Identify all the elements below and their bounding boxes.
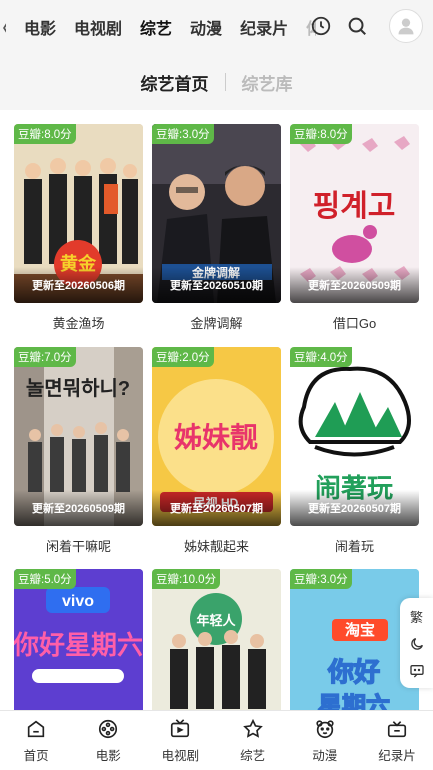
bottom-nav: 首页 电影 电视剧 综艺 动漫 纪录片 <box>0 710 433 770</box>
show-poster[interactable]: 黄金 豆瓣:8.0分 更新至20260506期 <box>14 124 143 303</box>
variety-grid: 黄金 豆瓣:8.0分 更新至20260506期 黄金渔场 豆瓣:3.0分 更新至… <box>0 110 433 710</box>
nav-label: 综艺 <box>240 748 266 763</box>
show-poster[interactable]: vivo 你好星期六 豆瓣:5.0分 <box>14 569 143 710</box>
nav-label: 纪录片 <box>378 748 416 763</box>
update-status: 更新至20260510期 <box>152 267 281 303</box>
show-poster[interactable]: 年轻人 豆瓣:10.0分 <box>152 569 281 710</box>
app-screen: 〈 电影 电视剧 综艺 动漫 纪录片 体 综艺首页 综艺库 <box>0 0 433 770</box>
poster-art: 年轻人 <box>152 569 281 710</box>
douban-score-badge: 豆瓣:3.0分 <box>290 569 352 589</box>
update-status: 更新至20260509期 <box>290 267 419 303</box>
search-button[interactable] <box>339 8 375 44</box>
nav-anime[interactable]: 动漫 <box>289 711 361 770</box>
search-icon <box>348 17 366 35</box>
show-card[interactable]: 놀면뭐하니? 豆瓣:7.0分 更新至20260509期 闲着干嘛呢 <box>14 347 143 555</box>
svg-text:vivo: vivo <box>62 593 94 610</box>
nav-documentary[interactable]: 纪录片 <box>361 711 433 770</box>
update-status: 更新至20260507期 <box>152 490 281 526</box>
moon-icon[interactable] <box>409 636 425 652</box>
show-poster[interactable]: 핑계고 豆瓣:8.0分 更新至20260509期 <box>290 124 419 303</box>
nav-variety[interactable]: 综艺 <box>217 711 289 770</box>
update-status: 更新至20260507期 <box>290 490 419 526</box>
svg-text:淘宝: 淘宝 <box>344 621 375 639</box>
show-card[interactable]: vivo 你好星期六 豆瓣:5.0分 <box>14 569 143 710</box>
show-card[interactable]: 金牌调解 豆瓣:3.0分 更新至20260510期 金牌调解 <box>152 124 281 332</box>
show-poster[interactable]: 놀면뭐하니? 豆瓣:7.0分 更新至20260509期 <box>14 347 143 526</box>
radio-icon <box>387 720 407 737</box>
tab-variety-home[interactable]: 综艺首页 <box>125 70 225 117</box>
douban-score-badge: 豆瓣:5.0分 <box>14 569 76 589</box>
nav-home[interactable]: 首页 <box>0 711 72 770</box>
avatar[interactable] <box>389 9 423 43</box>
nav-tv[interactable]: 电视剧 <box>144 711 216 770</box>
nav-label: 电影 <box>95 748 121 763</box>
douban-score-badge: 豆瓣:8.0分 <box>14 124 76 144</box>
category-tab-partial[interactable]: 〈 <box>0 15 6 39</box>
top-actions <box>303 8 423 44</box>
category-tab-movie[interactable]: 电影 <box>24 15 56 39</box>
svg-text:핑계고: 핑계고 <box>313 190 396 223</box>
show-card[interactable]: 年轻人 豆瓣:10.0分 <box>152 569 281 710</box>
update-status: 更新至20260506期 <box>14 267 143 303</box>
category-tabs: 〈 电影 电视剧 综艺 动漫 纪录片 体 <box>0 0 316 54</box>
svg-text:놀면뭐하니?: 놀면뭐하니? <box>26 377 130 400</box>
tv-icon <box>171 718 190 737</box>
svg-text:姊妹靓: 姊妹靓 <box>174 422 258 453</box>
history-button[interactable] <box>303 8 339 44</box>
top-bar: 〈 电影 电视剧 综艺 动漫 纪录片 体 <box>0 0 433 54</box>
bear-face-icon <box>316 719 334 738</box>
douban-score-badge: 豆瓣:8.0分 <box>290 124 352 144</box>
show-card[interactable]: 姊妹靓 民视 HD 豆瓣:2.0分 更新至20260507期 姊妹靓起来 <box>152 347 281 555</box>
svg-text:年轻人: 年轻人 <box>196 613 236 628</box>
show-title[interactable]: 闲着干嘛呢 <box>14 536 143 555</box>
show-poster[interactable]: 金牌调解 豆瓣:3.0分 更新至20260510期 <box>152 124 281 303</box>
star-icon <box>242 718 263 738</box>
update-status: 更新至20260509期 <box>14 490 143 526</box>
douban-score-badge: 豆瓣:4.0分 <box>290 347 352 367</box>
category-tab-variety[interactable]: 综艺 <box>140 15 173 39</box>
show-card[interactable]: 핑계고 豆瓣:8.0分 更新至20260509期 借口Go <box>290 124 419 332</box>
show-title[interactable]: 金牌调解 <box>152 313 281 332</box>
douban-score-badge: 豆瓣:7.0分 <box>14 347 76 367</box>
side-tools: 繁 <box>400 598 433 688</box>
film-reel-icon <box>99 719 118 738</box>
show-title[interactable]: 借口Go <box>290 313 419 332</box>
user-icon <box>398 18 414 35</box>
home-icon <box>27 720 45 737</box>
poster-art: vivo 你好星期六 <box>14 569 143 710</box>
variety-subtabs: 综艺首页 综艺库 <box>0 54 433 117</box>
svg-text:你好星期六: 你好星期六 <box>14 630 143 660</box>
show-poster[interactable]: 姊妹靓 民视 HD 豆瓣:2.0分 更新至20260507期 <box>152 347 281 526</box>
category-tab-documentary[interactable]: 纪录片 <box>240 15 288 39</box>
svg-text:你好: 你好 <box>327 657 380 687</box>
show-poster[interactable]: 闹著玩 豆瓣:4.0分 更新至20260507期 <box>290 347 419 526</box>
show-title[interactable]: 姊妹靓起来 <box>152 536 281 555</box>
clock-icon <box>311 16 331 36</box>
category-tab-tv[interactable]: 电视剧 <box>74 15 122 39</box>
category-tab-anime[interactable]: 动漫 <box>190 15 222 39</box>
douban-score-badge: 豆瓣:2.0分 <box>152 347 214 367</box>
show-title[interactable]: 黄金渔场 <box>14 313 143 332</box>
nav-label: 首页 <box>23 748 49 763</box>
show-card[interactable]: 黄金 豆瓣:8.0分 更新至20260506期 黄金渔场 <box>14 124 143 332</box>
svg-text:星期六: 星期六 <box>318 693 390 710</box>
show-card[interactable]: 闹著玩 豆瓣:4.0分 更新至20260507期 闹着玩 <box>290 347 419 555</box>
message-icon[interactable] <box>409 663 425 679</box>
douban-score-badge: 豆瓣:10.0分 <box>152 569 221 589</box>
nav-label: 电视剧 <box>161 748 200 763</box>
show-title[interactable]: 闹着玩 <box>290 536 419 555</box>
nav-movie[interactable]: 电影 <box>72 711 144 770</box>
tab-variety-library[interactable]: 综艺库 <box>226 70 309 95</box>
douban-score-badge: 豆瓣:3.0分 <box>152 124 214 144</box>
nav-label: 动漫 <box>312 748 338 763</box>
traditional-chinese-toggle[interactable]: 繁 <box>410 607 423 626</box>
